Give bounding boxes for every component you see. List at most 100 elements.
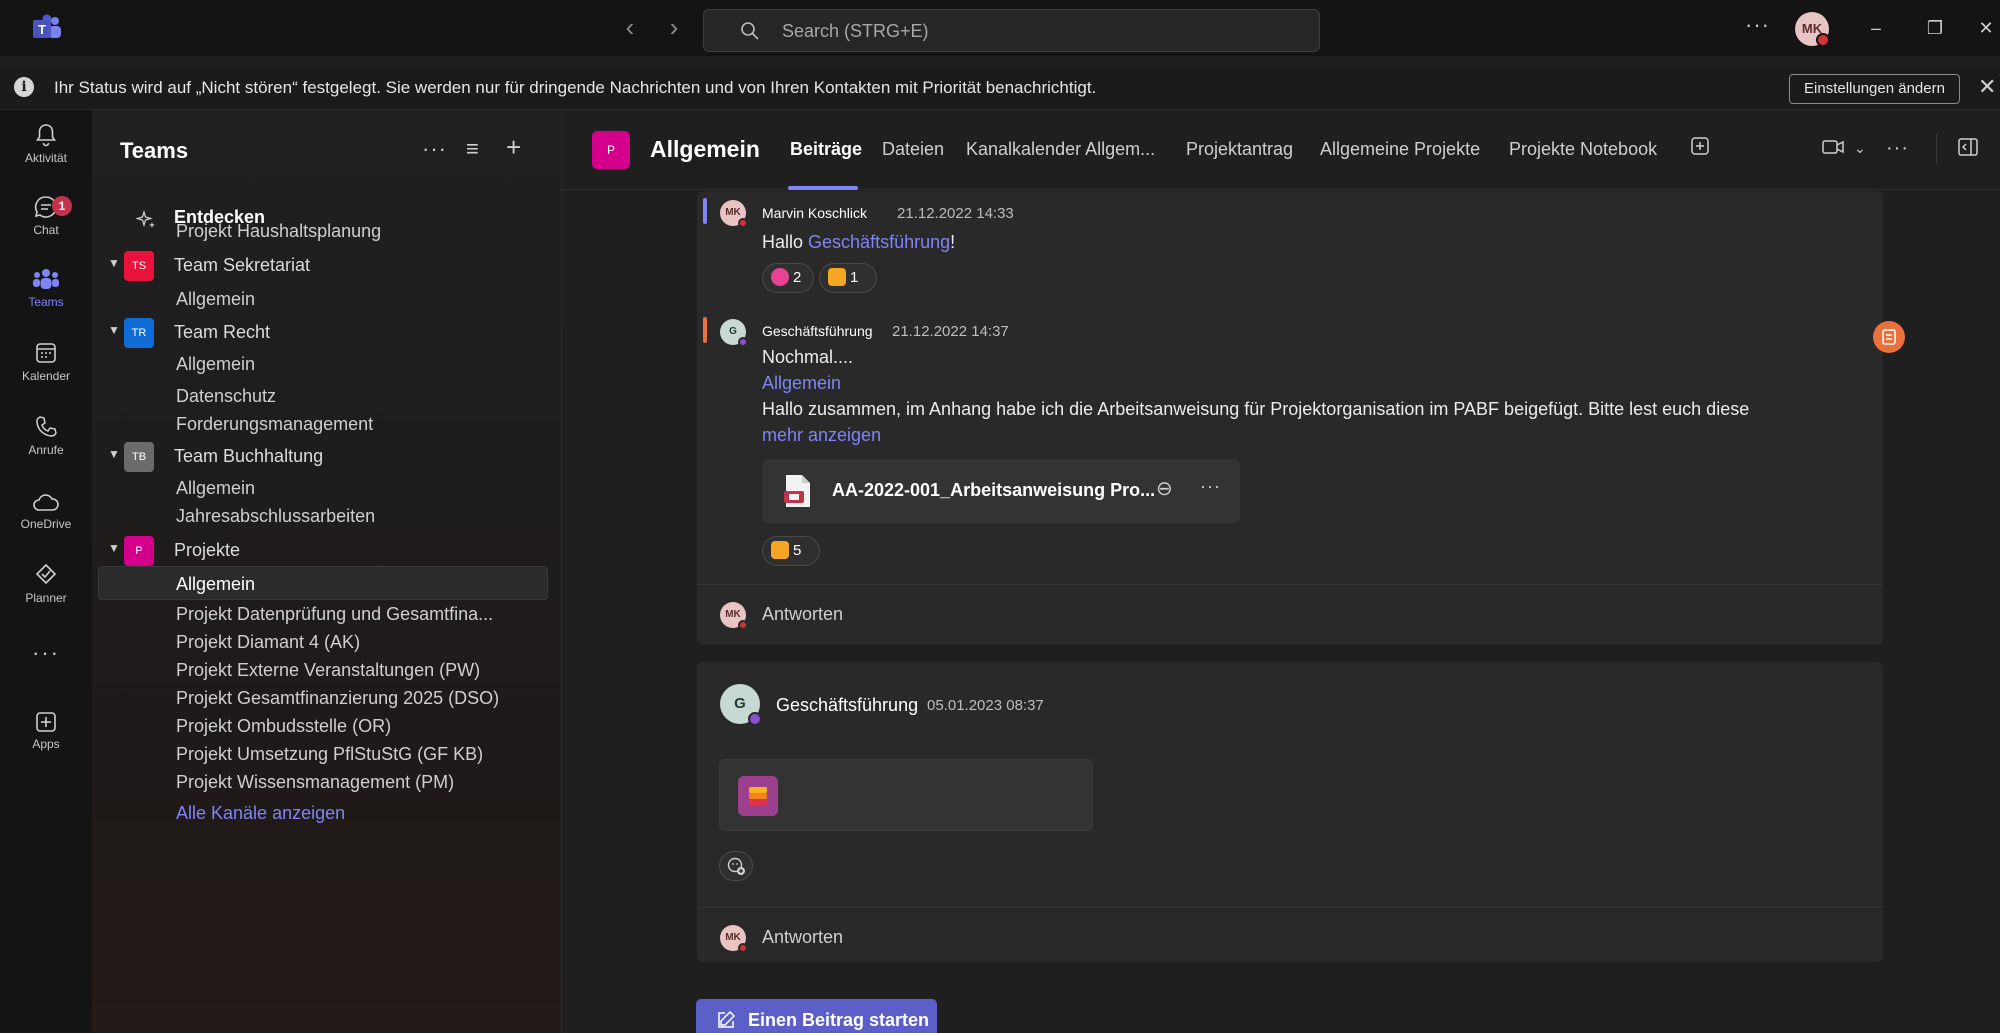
more-options-icon[interactable]: ··· bbox=[422, 136, 447, 162]
channel-item[interactable]: Forderungsmanagement bbox=[92, 407, 562, 441]
show-all-channels-link[interactable]: Alle Kanäle anzeigen bbox=[92, 796, 562, 830]
open-pane-icon[interactable] bbox=[1957, 137, 1979, 163]
rail-item-apps[interactable]: Apps bbox=[0, 710, 92, 774]
close-banner-icon[interactable]: ✕ bbox=[1978, 74, 1996, 100]
team-item[interactable]: ▼ TS Team Sekretariat bbox=[92, 248, 562, 282]
rail-item-onedrive[interactable]: OneDrive bbox=[0, 492, 92, 556]
channel-item[interactable]: Allgemein bbox=[98, 566, 548, 600]
reply-bar[interactable]: MK Antworten bbox=[697, 907, 1883, 967]
search-input[interactable]: Search (STRG+E) bbox=[703, 9, 1320, 52]
message-author[interactable]: Geschäftsführung bbox=[776, 695, 918, 716]
close-window-icon[interactable]: ✕ bbox=[1974, 16, 1998, 40]
message-indicator bbox=[703, 198, 707, 224]
channel-mention-link[interactable]: Allgemein bbox=[762, 373, 841, 394]
conversation-thread: G Geschäftsführung 05.01.2023 08:37 MK A… bbox=[697, 662, 1883, 962]
channel-name: Projekt Datenprüfung und Gesamtfina... bbox=[176, 604, 494, 624]
minimize-icon[interactable]: – bbox=[1864, 16, 1888, 40]
tab-channel-calendar[interactable]: Kanalkalender Allgem... bbox=[966, 139, 1155, 160]
channel-item[interactable]: Projekt Wissensmanagement (PM) bbox=[92, 765, 562, 799]
unread-badge: 1 bbox=[52, 196, 72, 216]
rail-item-teams[interactable]: Teams bbox=[0, 266, 92, 330]
channel-name: Jahresabschlussarbeiten bbox=[176, 506, 376, 526]
reply-bar[interactable]: MK Antworten bbox=[697, 584, 1883, 644]
add-tab-icon[interactable] bbox=[1690, 136, 1710, 162]
add-reaction-icon[interactable] bbox=[719, 851, 753, 881]
tab-general-projects[interactable]: Allgemeine Projekte bbox=[1320, 139, 1480, 160]
rail-item-calendar[interactable]: Kalender bbox=[0, 340, 92, 404]
more-options-icon[interactable]: ··· bbox=[1200, 476, 1221, 497]
collapse-caret-icon[interactable]: ▼ bbox=[108, 256, 120, 270]
message-author[interactable]: Geschäftsführung bbox=[762, 323, 873, 339]
team-name: Projekte bbox=[174, 540, 241, 560]
back-arrow-icon[interactable]: ‹ bbox=[616, 14, 644, 42]
collapse-caret-icon[interactable]: ▼ bbox=[108, 541, 120, 555]
teams-sidebar: Teams ··· ≡ + Entdecken Projekt Haushalt… bbox=[92, 110, 562, 1033]
conversation-thread: MK Marvin Koschlick 21.12.2022 14:33 Hal… bbox=[697, 191, 1905, 645]
avatar[interactable]: G bbox=[720, 319, 748, 347]
rail-label: Anrufe bbox=[28, 443, 64, 457]
new-post-button[interactable]: Einen Beitrag starten bbox=[696, 999, 937, 1033]
channel-item[interactable]: Allgemein bbox=[92, 282, 562, 316]
tab-posts[interactable]: Beiträge bbox=[790, 139, 862, 160]
message-body: Hallo Geschäftsführung! bbox=[762, 232, 956, 252]
info-icon: i bbox=[14, 77, 34, 97]
tab-project-proposal[interactable]: Projektantrag bbox=[1186, 139, 1293, 160]
team-item[interactable]: ▼ P Projekte bbox=[92, 533, 562, 567]
avatar[interactable]: G bbox=[720, 684, 762, 726]
show-more-link[interactable]: mehr anzeigen bbox=[762, 425, 881, 446]
channel-name: Allgemein bbox=[176, 574, 256, 594]
team-avatar: TR bbox=[124, 318, 154, 348]
laugh-emoji-icon bbox=[771, 268, 789, 287]
link-icon[interactable]: ⊖ bbox=[1156, 476, 1173, 501]
reply-button[interactable]: Antworten bbox=[762, 927, 843, 948]
announcement-icon bbox=[1873, 321, 1905, 353]
avatar[interactable]: MK bbox=[720, 200, 748, 228]
rail-item-activity[interactable]: Aktivität bbox=[0, 122, 92, 186]
collapse-caret-icon[interactable]: ▼ bbox=[108, 447, 120, 461]
add-icon[interactable]: + bbox=[506, 132, 521, 163]
team-name: Team Buchhaltung bbox=[174, 446, 324, 466]
more-options-icon[interactable]: ··· bbox=[1745, 12, 1770, 38]
loop-card[interactable] bbox=[719, 759, 1093, 831]
tab-projects-notebook[interactable]: Projekte Notebook bbox=[1509, 139, 1657, 160]
mention-link[interactable]: Geschäftsführung bbox=[808, 232, 950, 252]
reaction-thumbs-up[interactable]: 5 bbox=[762, 536, 820, 566]
phone-icon bbox=[36, 416, 57, 437]
rail-label: Kalender bbox=[21, 369, 71, 383]
restore-icon[interactable]: ❐ bbox=[1923, 16, 1947, 40]
rail-item-planner[interactable]: Planner bbox=[0, 562, 92, 626]
filter-icon[interactable]: ≡ bbox=[466, 136, 479, 162]
more-apps-icon[interactable]: ··· bbox=[0, 640, 92, 666]
channel-item[interactable]: Projekt Haushaltsplanung bbox=[92, 214, 562, 248]
team-item[interactable]: ▼ TB Team Buchhaltung bbox=[92, 439, 562, 473]
team-avatar: TS bbox=[124, 251, 154, 281]
status-banner: i Ihr Status wird auf „Nicht stören“ fes… bbox=[0, 66, 2000, 110]
message-line: Nochmal.... bbox=[762, 347, 854, 367]
rail-item-chat[interactable]: Chat 1 bbox=[0, 194, 92, 258]
channel-item[interactable]: Allgemein bbox=[92, 347, 562, 381]
change-settings-button[interactable]: Einstellungen ändern bbox=[1789, 74, 1960, 104]
chevron-down-icon[interactable]: ⌄ bbox=[1854, 140, 1866, 157]
planner-icon bbox=[35, 563, 57, 585]
message-author[interactable]: Marvin Koschlick bbox=[762, 205, 867, 221]
forward-arrow-icon[interactable]: › bbox=[660, 14, 688, 42]
rail-item-calls[interactable]: Anrufe bbox=[0, 414, 92, 478]
file-attachment[interactable]: AA-2022-001_Arbeitsanweisung Pro... ⊖ ··… bbox=[762, 459, 1240, 523]
file-name: AA-2022-001_Arbeitsanweisung Pro... bbox=[832, 480, 1156, 500]
pdf-file-icon bbox=[784, 475, 810, 507]
apps-icon bbox=[36, 712, 56, 732]
do-not-disturb-status-icon bbox=[1816, 33, 1830, 47]
collapse-caret-icon[interactable]: ▼ bbox=[108, 323, 120, 337]
channel-item[interactable]: Jahresabschlussarbeiten bbox=[92, 499, 562, 533]
channel-name: Projekt Haushaltsplanung bbox=[176, 221, 382, 241]
channel-name: Allgemein bbox=[176, 478, 256, 498]
more-options-icon[interactable]: ··· bbox=[1886, 137, 1909, 160]
reaction-thumbs-up[interactable]: 1 bbox=[819, 263, 877, 293]
bell-icon bbox=[36, 124, 56, 147]
reply-button[interactable]: Antworten bbox=[762, 604, 843, 625]
reaction-laugh[interactable]: 2 bbox=[762, 263, 814, 293]
video-call-icon[interactable] bbox=[1822, 137, 1846, 163]
rail-label: Aktivität bbox=[24, 151, 67, 165]
team-item[interactable]: ▼ TR Team Recht bbox=[92, 315, 562, 349]
tab-files[interactable]: Dateien bbox=[882, 139, 944, 160]
